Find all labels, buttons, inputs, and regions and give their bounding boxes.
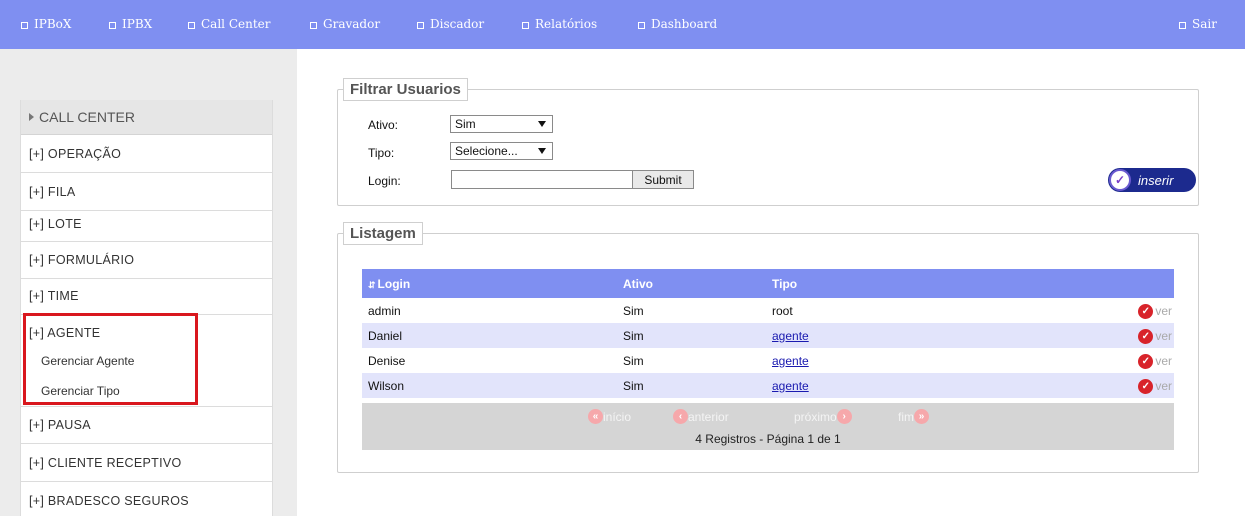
- ativo-select[interactable]: Sim: [450, 115, 553, 133]
- double-chevron-right-icon: »: [914, 409, 929, 424]
- checkmark-icon: ✓: [1138, 378, 1154, 394]
- bullet-square-icon: [21, 21, 28, 29]
- tipo-link[interactable]: agente: [772, 379, 809, 393]
- nav-item-ipbx[interactable]: IPBX: [109, 0, 152, 49]
- triangle-right-icon: [29, 113, 34, 121]
- nav-item-relatorios[interactable]: Relatórios: [522, 0, 597, 49]
- sidebar-section-header[interactable]: CALL CENTER: [21, 100, 272, 135]
- cell-login: Daniel: [362, 323, 617, 348]
- cell-ativo: Sim: [623, 303, 644, 318]
- cell-action: ✓ ver: [1016, 373, 1174, 398]
- checkmark-icon: ✓: [1138, 353, 1154, 369]
- table-header-row: ⇵ Login Ativo Tipo: [362, 269, 1174, 298]
- pager-last-button[interactable]: fim»: [898, 409, 929, 424]
- ver-button[interactable]: ✓ ver: [1022, 353, 1174, 369]
- bullet-square-icon: [1179, 21, 1186, 29]
- inserir-button[interactable]: ✓ inserir: [1108, 168, 1196, 192]
- tipo-select[interactable]: Selecione...: [450, 142, 553, 160]
- bullet-square-icon: [417, 21, 424, 29]
- dropdown-arrow-icon: [538, 148, 546, 154]
- table-row: Daniel Sim agente ✓ ver: [362, 323, 1174, 348]
- chevron-right-icon: ›: [836, 409, 852, 424]
- column-header-tipo: Tipo: [766, 269, 1016, 298]
- table-row: Denise Sim agente ✓ ver: [362, 348, 1174, 373]
- pagination-bar: «início ‹ anterior próximo › fim» 4 Regist…: [362, 403, 1174, 450]
- bullet-square-icon: [638, 21, 645, 29]
- table-row: admin Sim root ✓ ver: [362, 298, 1174, 323]
- nav-item-dashboard[interactable]: Dashboard: [638, 0, 717, 49]
- sidebar-item-formulario[interactable]: [+] FORMULÁRIO: [21, 242, 272, 279]
- ver-button[interactable]: ✓ ver: [1022, 303, 1174, 319]
- checkmark-circle-icon: ✓: [1109, 169, 1131, 191]
- bullet-square-icon: [188, 21, 195, 29]
- double-chevron-left-icon: «: [588, 409, 603, 424]
- cell-tipo: agente: [766, 373, 1016, 398]
- dropdown-arrow-icon: [538, 121, 546, 127]
- cell-login: Denise: [368, 353, 406, 368]
- pager-next-button[interactable]: próximo ›: [794, 409, 852, 424]
- cell-action: ✓ ver: [1016, 323, 1174, 348]
- cell-tipo: agente: [766, 348, 1016, 373]
- cell-ativo: Sim: [623, 353, 644, 368]
- column-header-actions: [1016, 269, 1174, 298]
- nav-item-ipbox[interactable]: IPBoX: [21, 0, 71, 49]
- ver-button[interactable]: ✓ ver: [1022, 328, 1174, 344]
- sidebar-item-cliente-receptivo[interactable]: [+] CLIENTE RECEPTIVO: [21, 445, 272, 482]
- sidebar-item-lote[interactable]: [+] LOTE: [21, 206, 272, 242]
- cell-action: ✓ ver: [1016, 348, 1174, 373]
- cell-login: Wilson: [362, 373, 617, 398]
- nav-item-gravador[interactable]: Gravador: [310, 0, 380, 49]
- checkmark-icon: ✓: [1138, 303, 1154, 319]
- cell-ativo: Sim: [617, 373, 766, 398]
- agente-highlight-box: [23, 313, 198, 405]
- sort-arrows-icon[interactable]: ⇵: [368, 280, 376, 290]
- sidebar-item-operacao[interactable]: [+] OPERAÇÃO: [21, 136, 272, 173]
- sidebar-item-pausa[interactable]: [+] PAUSA: [21, 407, 272, 444]
- column-header-ativo: Ativo: [617, 269, 766, 298]
- nav-item-discador[interactable]: Discador: [417, 0, 484, 49]
- tipo-link[interactable]: agente: [772, 354, 809, 368]
- cell-ativo: Sim: [617, 323, 766, 348]
- checkmark-icon: ✓: [1138, 328, 1154, 344]
- submit-button[interactable]: Submit: [632, 170, 694, 189]
- ativo-label: Ativo:: [368, 118, 399, 132]
- nav-item-call-center[interactable]: Call Center: [188, 0, 271, 49]
- column-header-login[interactable]: ⇵ Login: [362, 269, 617, 298]
- sidebar-item-bradesco-seguros[interactable]: [+] BRADESCO SEGUROS: [21, 482, 272, 519]
- tipo-label: Tipo:: [368, 146, 395, 160]
- listing-legend: Listagem: [343, 222, 423, 245]
- bullet-square-icon: [522, 21, 529, 29]
- pager-prev-button[interactable]: ‹ anterior: [673, 409, 729, 424]
- sidebar-menu: CALL CENTER [+] OPERAÇÃO [+] FILA [+] LO…: [20, 100, 273, 516]
- pager-first-button[interactable]: «início: [588, 409, 631, 424]
- login-input[interactable]: [451, 170, 633, 189]
- chevron-left-icon: ‹: [673, 409, 688, 424]
- ver-button[interactable]: ✓ ver: [1022, 378, 1174, 394]
- sidebar-item-time[interactable]: [+] TIME: [21, 278, 272, 315]
- bullet-square-icon: [109, 21, 116, 29]
- filter-legend: Filtrar Usuarios: [343, 78, 468, 101]
- cell-action: ✓ ver: [1016, 298, 1174, 323]
- cell-login: admin: [368, 303, 401, 318]
- bullet-square-icon: [310, 21, 317, 29]
- users-table: ⇵ Login Ativo Tipo admin Sim root ✓ ver Da…: [362, 269, 1174, 398]
- cell-tipo: root: [772, 303, 793, 318]
- tipo-link[interactable]: agente: [772, 329, 809, 343]
- nav-item-logout[interactable]: Sair: [1179, 0, 1217, 49]
- top-navigation-bar: IPBoX IPBX Call Center Gravador Discador…: [0, 0, 1245, 49]
- pager-status: 4 Registros - Página 1 de 1: [695, 432, 841, 446]
- login-label: Login:: [368, 174, 401, 188]
- cell-tipo: agente: [766, 323, 1016, 348]
- table-row: Wilson Sim agente ✓ ver: [362, 373, 1174, 398]
